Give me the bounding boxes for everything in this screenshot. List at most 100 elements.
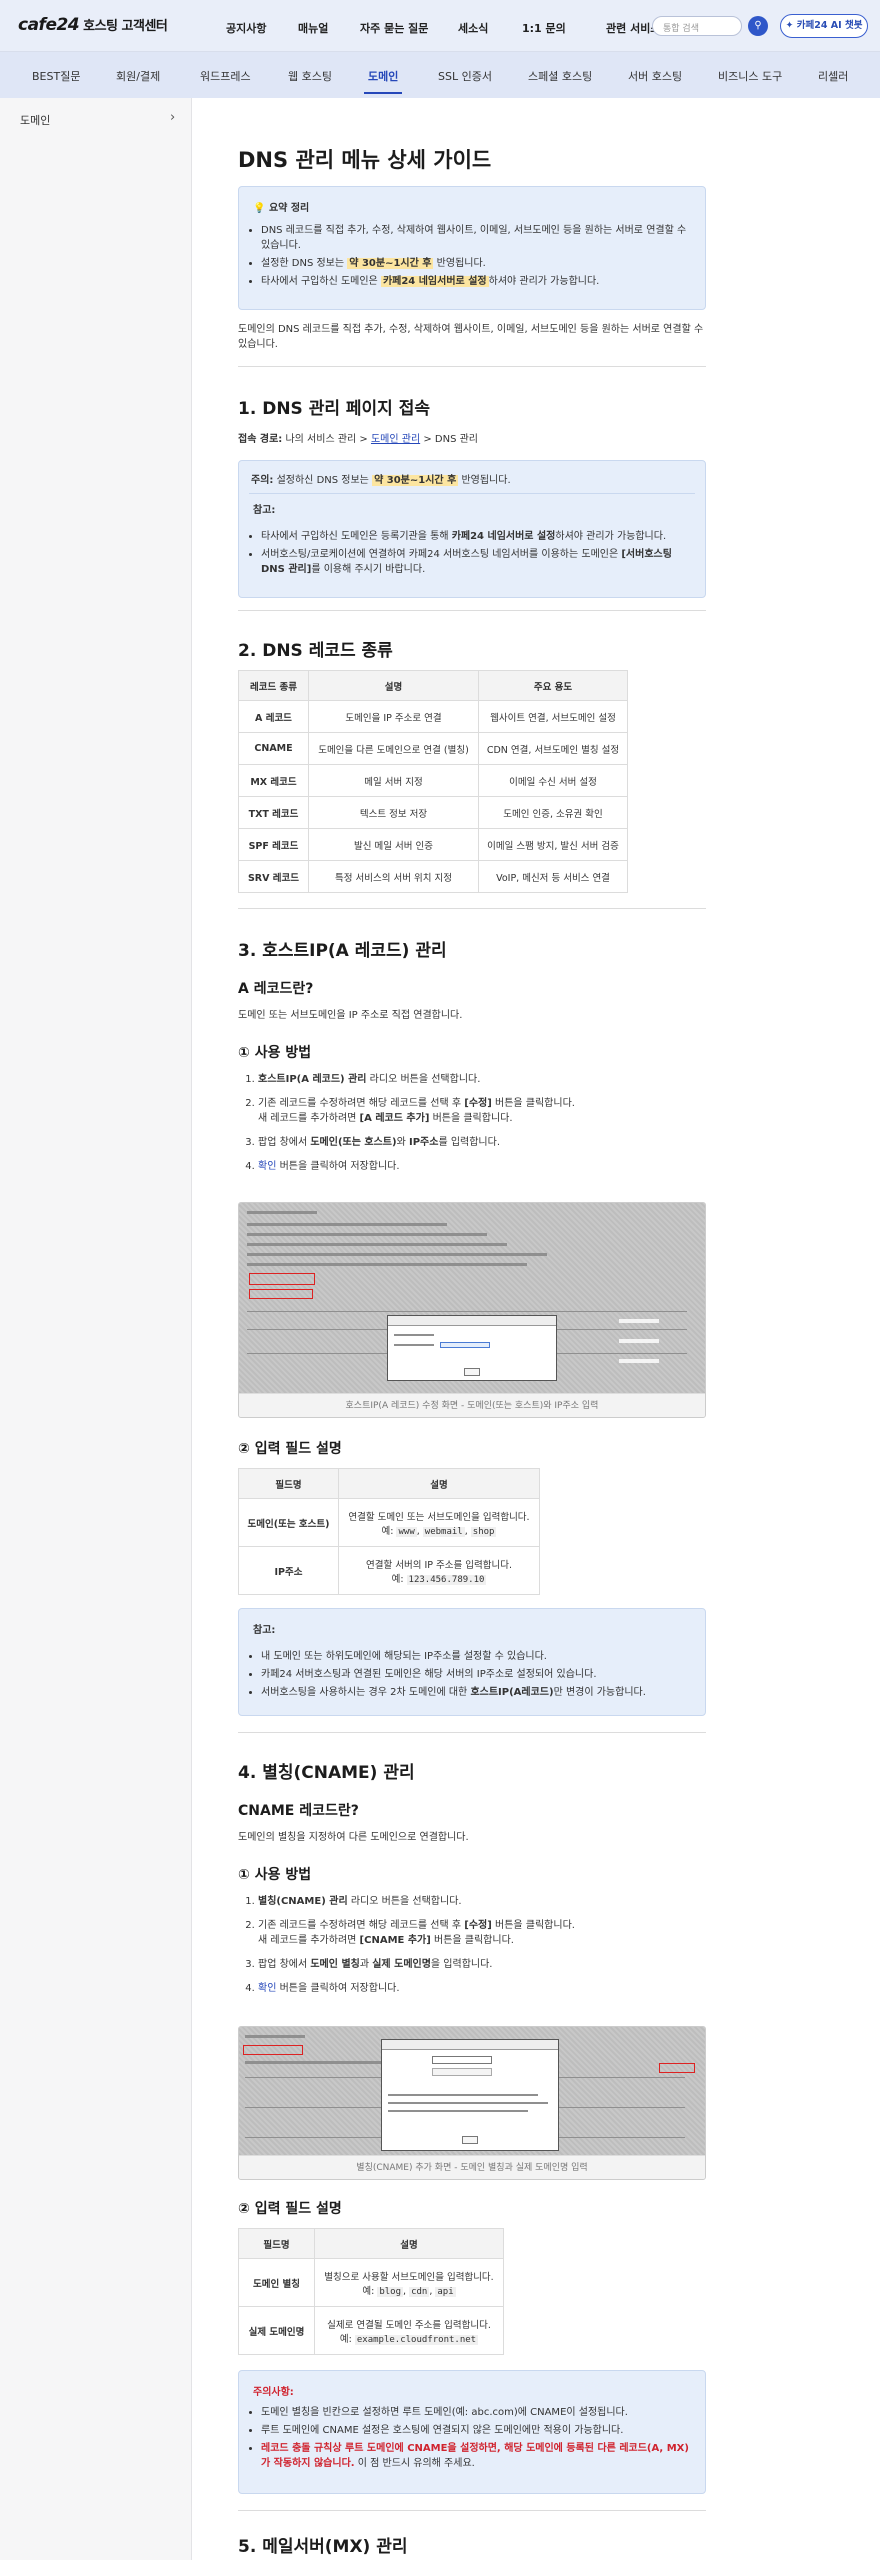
search-button[interactable]: ⚲ bbox=[748, 16, 768, 36]
step-text: 와 bbox=[396, 1137, 409, 1148]
screenshot-image bbox=[239, 1203, 705, 1393]
ref-item: 서버호스팅을 사용하시는 경우 2차 도메인에 대한 호스트IP(A레코드)만 … bbox=[261, 1685, 691, 1700]
shot-popup-dialog bbox=[387, 1315, 557, 1381]
sidebar-item-domain[interactable]: 도메인 bbox=[20, 112, 50, 128]
chevron-right-icon[interactable]: › bbox=[170, 110, 175, 125]
note-text: 설정하신 DNS 정보는 bbox=[273, 475, 373, 486]
table-header: 필드명 bbox=[238, 2228, 315, 2259]
steps-list: 별칭(CNAME) 관리 라디오 버튼을 선택합니다. 기존 레코드를 수정하려… bbox=[258, 1894, 698, 2005]
table-cell: TXT 레코드 bbox=[238, 796, 309, 829]
step-bold: 도메인(또는 호스트) bbox=[310, 1137, 397, 1148]
divider bbox=[238, 366, 706, 367]
cname-warning-box: 주의사항: 도메인 별칭을 빈칸으로 설정하면 루트 도메인(예: abc.co… bbox=[238, 2370, 706, 2494]
search-input[interactable]: 통합 검색 bbox=[652, 16, 742, 36]
nav-inquiry[interactable]: 1:1 문의 bbox=[522, 20, 566, 36]
logo-brand: cafe24 bbox=[18, 15, 80, 35]
search-icon: ⚲ bbox=[754, 20, 762, 31]
step-text: 새 레코드를 추가하려면 bbox=[258, 1113, 360, 1124]
step-bold: 실제 도메인명 bbox=[372, 1959, 431, 1970]
table-cell: SRV 레코드 bbox=[238, 860, 309, 893]
tab-best[interactable]: BEST질문 bbox=[32, 68, 80, 84]
access-path-label: 접속 경로: bbox=[238, 434, 283, 445]
step-bold: [A 레코드 추가] bbox=[359, 1113, 430, 1124]
step-text: 팝업 창에서 bbox=[258, 1959, 311, 1970]
nav-manual[interactable]: 매뉴얼 bbox=[298, 20, 328, 36]
cname-fields-table: 필드명 설명 도메인 별칭 별칭으로 사용할 서브도메인을 입력합니다. 예: bl… bbox=[238, 2228, 504, 2355]
shot-highlight-box bbox=[249, 1289, 313, 1299]
shot-popup-dialog bbox=[381, 2039, 559, 2151]
table-header: 레코드 종류 bbox=[238, 670, 309, 701]
warning-item: 도메인 별칭을 빈칸으로 설정하면 루트 도메인(예: abc.com)에 CN… bbox=[261, 2405, 691, 2420]
shot-highlight-box bbox=[659, 2063, 695, 2073]
domain-manage-link[interactable]: 도메인 관리 bbox=[371, 434, 420, 445]
step-text: 기존 레코드를 수정하려면 해당 레코드를 선택 후 bbox=[258, 1098, 465, 1109]
divider bbox=[238, 2510, 706, 2511]
table-cell: CNAME bbox=[238, 732, 309, 765]
logo-subtitle: 호스팅 고객센터 bbox=[83, 19, 168, 34]
table-header: 주요 용도 bbox=[478, 670, 628, 701]
ref-text: 타사에서 구입하신 도메인은 등록기관을 통해 bbox=[261, 531, 452, 542]
note-highlight: 약 30분~1시간 후 bbox=[372, 475, 459, 486]
ref-list: 내 도메인 또는 하위도메인에 해당되는 IP주소를 설정할 수 있습니다. 카… bbox=[261, 1649, 691, 1703]
table-cell: 도메인을 다른 도메인으로 연결 (별칭) bbox=[308, 732, 479, 765]
section-1-title: 1. DNS 관리 페이지 접속 bbox=[238, 399, 431, 419]
table-header-row: 레코드 종류 설명 주요 용도 bbox=[238, 670, 628, 701]
a-record-desc: 도메인 또는 서브도메인을 IP 주소로 직접 연결합니다. bbox=[238, 1010, 463, 1021]
shot-highlight-box bbox=[249, 1273, 315, 1285]
table-cell: 메일 서버 지정 bbox=[308, 764, 479, 797]
access-path-text: 나의 서비스 관리 > bbox=[282, 434, 371, 445]
tab-web-hosting[interactable]: 웹 호스팅 bbox=[288, 68, 332, 84]
table-cell: 이메일 스팸 방지, 발신 서버 검증 bbox=[478, 828, 628, 861]
usage-heading: ① 사용 방법 bbox=[238, 1045, 312, 1061]
field-desc: 별칭으로 사용할 서브도메인을 입력합니다. bbox=[324, 2271, 494, 2283]
step-text: 버튼을 클릭합니다. bbox=[491, 1098, 575, 1109]
tab-domain[interactable]: 도메인 bbox=[363, 68, 403, 94]
table-cell: 도메인 별칭 bbox=[238, 2258, 315, 2307]
shot-text-line bbox=[247, 1233, 487, 1236]
ai-chatbot-button[interactable]: ✦ 카페24 AI 챗봇 bbox=[780, 14, 868, 38]
step-item: 기존 레코드를 수정하려면 해당 레코드를 선택 후 [수정] 버튼을 클릭합니… bbox=[258, 1096, 698, 1126]
step-text: 버튼을 클릭합니다. bbox=[491, 1920, 575, 1931]
tab-member-payment[interactable]: 회원/결제 bbox=[116, 68, 160, 84]
section-4-title: 4. 별칭(CNAME) 관리 bbox=[238, 1763, 415, 1783]
access-path-text: > DNS 관리 bbox=[420, 434, 478, 445]
tab-wordpress[interactable]: 워드프레스 bbox=[200, 68, 251, 84]
tab-reseller[interactable]: 리셀러 bbox=[818, 68, 848, 84]
table-row: 도메인(또는 호스트) 연결할 도메인 또는 서브도메인을 입력합니다. 예: w… bbox=[238, 1498, 540, 1547]
step-bold: [수정] bbox=[464, 1098, 492, 1109]
tab-server-hosting[interactable]: 서버 호스팅 bbox=[628, 68, 682, 84]
table-header: 설명 bbox=[338, 1468, 540, 1499]
ref-item: 내 도메인 또는 하위도메인에 해당되는 IP주소를 설정할 수 있습니다. bbox=[261, 1649, 691, 1664]
logo[interactable]: cafe24 호스팅 고객센터 bbox=[18, 15, 168, 35]
nav-notice[interactable]: 공지사항 bbox=[226, 20, 266, 36]
shot-text-line bbox=[247, 1311, 687, 1312]
category-tabbar: BEST질문 회원/결제 워드프레스 웹 호스팅 도메인 SSL 인증서 스페셜… bbox=[0, 52, 880, 98]
section-3-title: 3. 호스트IP(A 레코드) 관리 bbox=[238, 941, 447, 961]
shot-text-line bbox=[247, 1243, 507, 1246]
table-cell: 별칭으로 사용할 서브도메인을 입력합니다. 예: blog, cdn, api bbox=[314, 2258, 504, 2307]
screenshot-image bbox=[239, 2027, 705, 2155]
tab-ssl[interactable]: SSL 인증서 bbox=[438, 68, 492, 84]
field-example-label: 예: bbox=[339, 2333, 355, 2345]
shot-text-line bbox=[247, 1253, 547, 1256]
nav-news[interactable]: 세소식 bbox=[458, 20, 488, 36]
nav-faq[interactable]: 자주 묻는 질문 bbox=[360, 20, 428, 36]
table-cell: 특정 서비스의 서버 위치 지정 bbox=[308, 860, 479, 893]
field-example: shop bbox=[470, 1526, 497, 1537]
ai-chatbot-label: 카페24 AI 챗봇 bbox=[796, 20, 863, 31]
tab-business-tools[interactable]: 비즈니스 도구 bbox=[718, 68, 782, 84]
summary-text: 설정한 DNS 정보는 bbox=[261, 258, 348, 269]
shot-text-line bbox=[394, 1334, 434, 1336]
step-text: 새 레코드를 추가하려면 bbox=[258, 1935, 360, 1946]
table-cell: 도메인 인증, 소유권 확인 bbox=[478, 796, 628, 829]
tab-special-hosting[interactable]: 스페셜 호스팅 bbox=[528, 68, 592, 84]
warning-item: 루트 도메인에 CNAME 설정은 호스팅에 연결되지 않은 도메인에만 적용이… bbox=[261, 2423, 691, 2438]
intro-text: 도메인의 DNS 레코드를 직접 추가, 수정, 삭제하여 웹사이트, 이메일,… bbox=[238, 324, 704, 350]
field-example: cdn bbox=[409, 2286, 430, 2297]
table-cell: 텍스트 정보 저장 bbox=[308, 796, 479, 829]
shot-text-line bbox=[619, 1339, 659, 1343]
table-row: A 레코드 도메인을 IP 주소로 연결 웹사이트 연결, 서브도메인 설정 bbox=[238, 700, 628, 733]
shot-text-line bbox=[247, 1223, 447, 1226]
summary-text: DNS 레코드를 직접 추가, 수정, 삭제하여 웹사이트, 이메일, 서브도메… bbox=[261, 225, 687, 251]
step-item: 기존 레코드를 수정하려면 해당 레코드를 선택 후 [수정] 버튼을 클릭합니… bbox=[258, 1918, 698, 1948]
